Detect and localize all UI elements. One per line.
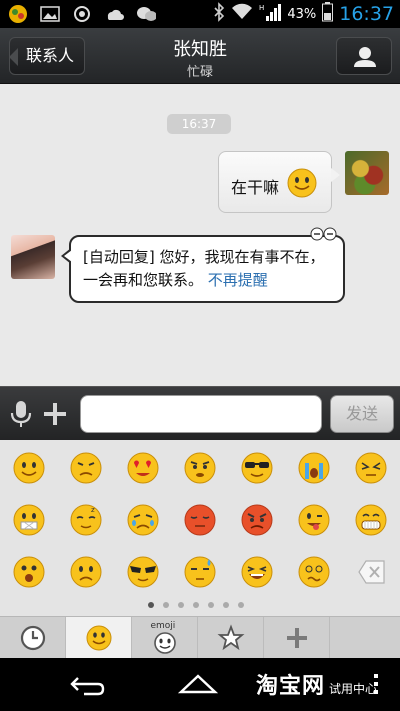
battery-percent: 43% — [287, 6, 317, 22]
plus-icon — [286, 628, 307, 648]
message-text: [自动回复] 您好，我现在有事不在，一会再和您联系。 — [83, 248, 325, 289]
emoji-dizzy-icon[interactable] — [297, 555, 331, 589]
signal-icon: H — [259, 2, 282, 26]
emoji-angry-stare-icon[interactable] — [183, 451, 217, 485]
emoji-laughing-icon[interactable] — [240, 555, 274, 589]
weather-icon — [104, 4, 124, 24]
outgoing-message-bubble[interactable]: 在干嘛 — [218, 151, 340, 213]
emoji-tearful-icon[interactable] — [126, 503, 160, 537]
emoji-smile-icon[interactable] — [12, 451, 46, 485]
auto-reply-decoration-icon — [310, 227, 337, 241]
wechat-icon — [136, 4, 156, 24]
clock-time: 16:37 — [339, 3, 394, 25]
microphone-icon[interactable] — [8, 399, 34, 429]
emoji-sad-icon[interactable] — [69, 555, 103, 589]
chat-area[interactable]: 16:37 在干嘛 [自动回复] 您好，我现在有事不在，一会再和您联系。 不再提… — [0, 84, 400, 386]
battery-icon — [322, 2, 334, 26]
svg-text:z: z — [91, 506, 95, 514]
page-dot — [178, 602, 184, 608]
emoji-sunglasses-icon[interactable] — [240, 451, 274, 485]
emoji-surprised-icon[interactable] — [12, 555, 46, 589]
tab-add[interactable] — [264, 617, 330, 659]
status-bar: H 43% 16:37 — [0, 0, 400, 28]
back-arrow-icon[interactable] — [70, 672, 106, 698]
page-indicator — [148, 602, 244, 608]
emoji-heart-eyes-icon[interactable] — [126, 451, 160, 485]
incoming-message-bubble[interactable]: [自动回复] 您好，我现在有事不在，一会再和您联系。 不再提醒 — [61, 227, 345, 303]
emoji-category-tabs: emoji — [0, 616, 400, 659]
tab-emoji[interactable]: emoji — [132, 617, 198, 659]
wifi-icon — [231, 3, 253, 25]
page-dot — [208, 602, 214, 608]
tab-empty — [330, 617, 400, 659]
page-dot — [223, 602, 229, 608]
gallery-icon — [40, 4, 60, 24]
smile-emoji-icon — [287, 168, 317, 198]
clock-icon — [20, 625, 45, 651]
input-bar: 发送 — [0, 386, 400, 440]
emoji-shut-mouth-icon[interactable] — [12, 503, 46, 537]
page-dot — [193, 602, 199, 608]
user-icon — [354, 47, 376, 67]
bluetooth-icon — [213, 2, 225, 26]
delete-key-icon[interactable] — [357, 558, 387, 586]
star-icon — [217, 624, 244, 651]
emoji-frown-icon[interactable] — [69, 451, 103, 485]
emoji-grin-icon[interactable] — [354, 503, 388, 537]
emoji-sleepy-icon[interactable]: z — [69, 503, 103, 537]
auto-reply-text: [自动回复] 您好，我现在有事不在，一会再和您联系。 不再提醒 — [83, 246, 339, 292]
smiley-icon — [86, 625, 111, 651]
message-text: 在干嘛 — [231, 178, 280, 197]
profile-button[interactable] — [336, 37, 392, 75]
home-icon[interactable] — [178, 672, 218, 696]
emoji-sweat-icon[interactable] — [183, 555, 217, 589]
system-nav-bar: 淘宝网 试用中心 — [0, 658, 400, 711]
message-input[interactable] — [80, 395, 322, 433]
menu-icon[interactable] — [369, 672, 383, 698]
contact-avatar[interactable] — [11, 235, 55, 279]
page-dot — [163, 602, 169, 608]
page-dot — [148, 602, 154, 608]
emoji-tongue-icon[interactable] — [297, 503, 331, 537]
tab-recent[interactable] — [0, 617, 66, 659]
emoji-crying-icon[interactable] — [297, 451, 331, 485]
dont-remind-link[interactable]: 不再提醒 — [208, 271, 268, 289]
message-timestamp: 16:37 — [167, 114, 231, 134]
emoji-shy-icon[interactable] — [183, 503, 217, 537]
plus-icon[interactable] — [40, 399, 70, 429]
emoji-tab-label: emoji — [150, 621, 176, 631]
my-avatar[interactable] — [345, 151, 389, 195]
page-dot — [238, 602, 244, 608]
emoji-cool-icon[interactable] — [126, 555, 160, 589]
game-icon — [8, 4, 28, 24]
watermark-brand: 淘宝网 — [256, 674, 326, 699]
record-icon — [72, 4, 92, 24]
emoji-awkward-icon[interactable] — [354, 451, 388, 485]
emoji-tab-icon: emoji — [150, 621, 180, 654]
svg-text:H: H — [259, 4, 264, 12]
tab-default-emoji[interactable] — [66, 617, 132, 659]
emoji-furious-icon[interactable] — [240, 503, 274, 537]
watermark: 淘宝网 试用中心 — [256, 668, 377, 700]
emoji-panel: z — [0, 440, 400, 616]
tab-favorites[interactable] — [198, 617, 264, 659]
title-bar: 联系人 张知胜 忙碌 — [0, 28, 400, 84]
send-button[interactable]: 发送 — [330, 395, 394, 433]
